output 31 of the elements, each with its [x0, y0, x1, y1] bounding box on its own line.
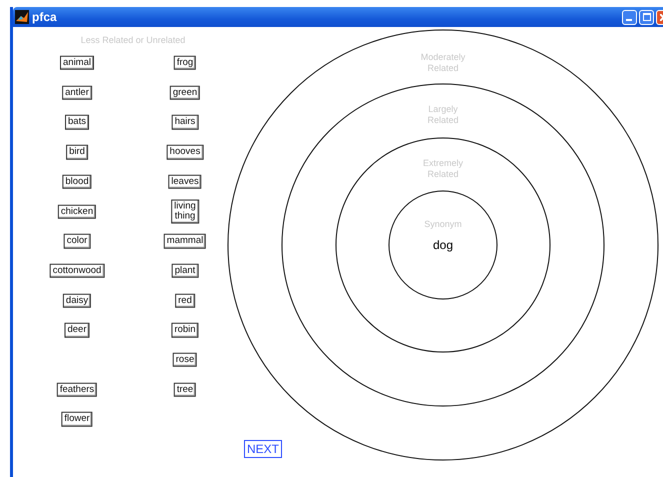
word-tile[interactable]: bats: [65, 115, 89, 130]
word-tile[interactable]: plant: [172, 264, 198, 278]
word-tile[interactable]: cottonwood: [50, 264, 104, 278]
minimize-button[interactable]: [622, 10, 637, 24]
maximize-button[interactable]: [639, 10, 654, 24]
word-tile[interactable]: animal: [60, 56, 94, 70]
word-tile[interactable]: bird: [66, 144, 88, 160]
window-title: pfca: [32, 10, 58, 24]
word-tile[interactable]: deer: [64, 323, 90, 338]
word-tile[interactable]: hooves: [166, 144, 204, 160]
word-tile[interactable]: color: [64, 234, 90, 248]
word-tile[interactable]: rose: [172, 352, 198, 368]
word-tile[interactable]: antler: [62, 85, 92, 100]
app-icon: [15, 10, 29, 24]
word-tile[interactable]: leaves: [168, 174, 202, 190]
word-tile[interactable]: frog: [174, 56, 196, 70]
word-tile[interactable]: hairs: [172, 115, 198, 130]
word-tile[interactable]: chicken: [58, 204, 96, 219]
maximize-icon: [642, 13, 650, 21]
word-tile[interactable]: living thing: [171, 199, 199, 224]
word-tile[interactable]: tree: [174, 382, 196, 397]
word-tile[interactable]: mammal: [164, 234, 206, 248]
word-tile[interactable]: robin: [171, 323, 199, 338]
word-tile[interactable]: daisy: [62, 293, 92, 308]
next-button[interactable]: NEXT: [244, 440, 282, 458]
word-tile[interactable]: green: [170, 85, 200, 100]
word-tile[interactable]: blood: [62, 174, 92, 190]
placed-word[interactable]: dog: [432, 238, 454, 252]
word-tile[interactable]: feathers: [56, 382, 98, 397]
word-tile[interactable]: red: [175, 293, 195, 308]
word-tile[interactable]: flower: [61, 412, 93, 427]
